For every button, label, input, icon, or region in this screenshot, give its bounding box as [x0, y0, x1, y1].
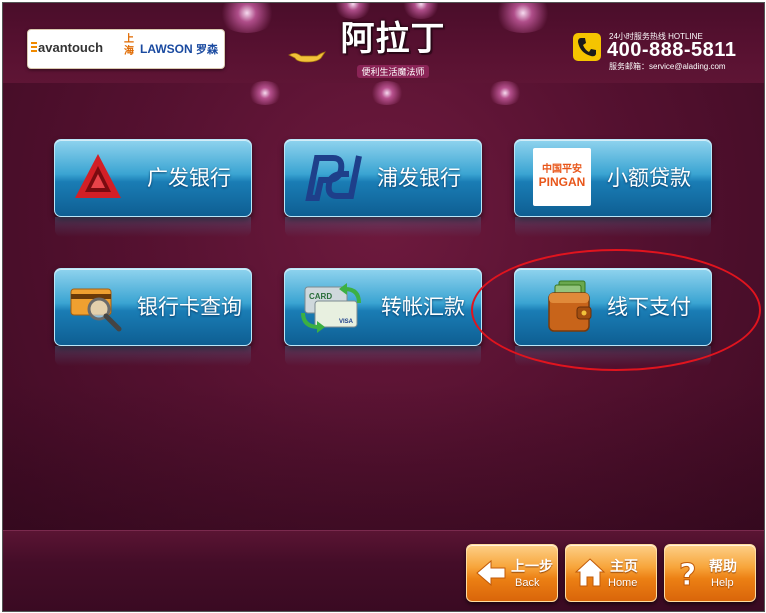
stage-spotlight: [217, 3, 277, 33]
hotline-number: 400-888-5811: [607, 39, 737, 61]
svg-text:?: ?: [679, 558, 696, 589]
partner-logo: avantouch 上海 LAWSON 罗森: [27, 29, 225, 69]
hotline-panel: 24小时服务热线 HOTLINE 400-888-5811 服务邮箱：servi…: [573, 31, 759, 71]
brand-logo: 阿拉丁 便利生活魔法师: [323, 11, 463, 81]
stage-spotlight: [493, 3, 553, 33]
card-brand-text: VISA: [339, 319, 354, 325]
tile-label: 转帐汇款: [381, 295, 465, 319]
tile-reflection: [515, 346, 711, 366]
help-label-en: Help: [711, 577, 734, 589]
wallet-icon: [548, 280, 592, 332]
tile-offline-payment[interactable]: 线下支付: [514, 268, 712, 346]
tile-cgb-bank[interactable]: 广发银行: [54, 139, 252, 217]
tile-reflection: [285, 217, 481, 237]
home-label: 主页: [610, 559, 638, 575]
spdb-logo-icon: [305, 155, 362, 201]
header-bar: avantouch 上海 LAWSON 罗森 阿拉丁 便利生活魔法师 24小时服…: [3, 3, 764, 105]
tile-label: 广发银行: [147, 166, 231, 190]
stage-spotlight: [247, 81, 283, 105]
stage-spotlight: [369, 81, 405, 105]
tile-reflection: [55, 217, 251, 237]
question-mark-icon: ?: [679, 558, 697, 590]
tile-small-loan[interactable]: 中国平安 PINGAN 小额贷款: [514, 139, 712, 217]
back-label-en: Back: [515, 577, 540, 589]
back-label: 上一步: [511, 559, 553, 575]
tile-transfer[interactable]: CARD VISA 转帐汇款: [284, 268, 482, 346]
lawson-logo: LAWSON 罗森: [140, 41, 218, 57]
lawson-text: LAWSON: [140, 42, 193, 56]
service-email: 服务邮箱：service@alading.com: [609, 62, 726, 71]
back-arrow-icon: [476, 559, 506, 587]
pingan-logo-cn: 中国平安: [542, 164, 582, 175]
tile-reflection: [515, 217, 711, 237]
card-magnifier-icon: [70, 288, 122, 332]
phone-icon: [573, 33, 601, 61]
pingan-logo-en: PINGAN: [538, 175, 586, 189]
stage-spotlight: [487, 81, 523, 105]
home-icon: [574, 558, 606, 587]
tile-reflection: [285, 346, 481, 366]
brand-subtitle: 便利生活魔法师: [357, 65, 429, 78]
card-transfer-icon: CARD VISA: [301, 283, 361, 333]
card-text: CARD: [309, 292, 332, 301]
tile-card-query[interactable]: 银行卡查询: [54, 268, 252, 346]
tile-label: 线下支付: [607, 295, 691, 319]
tile-label: 小额贷款: [607, 166, 691, 190]
magic-lamp-icon: [288, 51, 326, 63]
tile-label: 银行卡查询: [137, 295, 242, 319]
avantouch-logo-text: avantouch: [38, 40, 104, 55]
home-label-en: Home: [608, 577, 638, 589]
brand-title: 阿拉丁: [340, 19, 446, 59]
tile-label: 浦发银行: [377, 166, 461, 190]
tile-reflection: [55, 346, 251, 366]
shanghai-text: 上海: [124, 34, 134, 57]
cgb-logo-icon: [75, 154, 121, 198]
stage-floor: [3, 383, 764, 533]
tile-spd-bank[interactable]: 浦发银行: [284, 139, 482, 217]
help-label: 帮助: [709, 559, 737, 575]
kiosk-screen: avantouch 上海 LAWSON 罗森 阿拉丁 便利生活魔法师 24小时服…: [2, 2, 765, 612]
home-button[interactable]: 主页 Home: [565, 544, 657, 602]
back-button[interactable]: 上一步 Back: [466, 544, 558, 602]
pingan-logo-icon: 中国平安 PINGAN: [533, 148, 591, 206]
lawson-cn-text: 罗森: [196, 44, 219, 56]
avantouch-dots-icon: [31, 42, 37, 54]
help-button[interactable]: ? 帮助 Help: [664, 544, 756, 602]
